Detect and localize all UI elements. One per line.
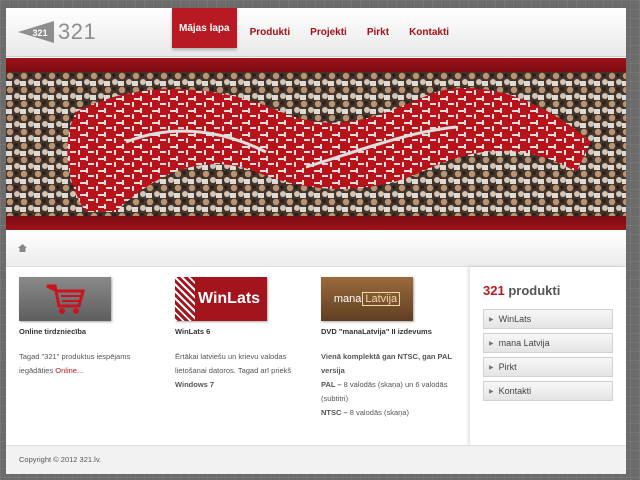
dvd-ntsc: NTSC – 8 valodās (skaņa) <box>321 406 461 420</box>
shopping-cart-image[interactable] <box>19 277 111 321</box>
column-title: WinLats 6 <box>175 327 211 336</box>
manalatvija-logo-text-b: Latvija <box>362 292 401 306</box>
winlats-pattern <box>175 277 195 321</box>
ntsc-text: 8 valodās (skaņa) <box>347 408 409 417</box>
main-content: Online tirdzniecība Tagad "321" produktu… <box>6 267 468 445</box>
ntsc-label: NTSC – <box>321 408 348 417</box>
nav-item-home[interactable]: Mājas lapa <box>172 8 237 48</box>
column-online-shop: Online tirdzniecība Tagad "321" produktu… <box>19 267 159 378</box>
header: 321 321 Mājas lapa Produkti Projekti Pir… <box>6 8 626 57</box>
column-text: Vienā komplektā gan NTSC, gan PAL versij… <box>321 350 461 420</box>
online-link[interactable]: Online... <box>55 366 83 375</box>
main-nav: Mājas lapa Produkti Projekti Pirkt Konta… <box>172 8 462 56</box>
nav-item-contacts[interactable]: Kontakti <box>402 8 456 56</box>
sidebar-item-label: WinLats <box>498 314 532 324</box>
pal-label: PAL – <box>321 380 342 389</box>
dvd-pal: PAL – 8 valodās (skaņa) un 6 valodās (su… <box>321 378 461 406</box>
sidebar-item-manalatvija[interactable]: ▶ mana Latvija <box>483 333 613 353</box>
logo-text: 321 <box>58 19 97 44</box>
home-icon[interactable] <box>18 244 27 252</box>
arrow-right-icon: ▶ <box>489 316 494 323</box>
svg-text:321: 321 <box>32 28 47 38</box>
copyright-text: Copyright © 2012 321.lv. <box>19 455 102 464</box>
arrow-right-icon: ▶ <box>489 340 494 347</box>
column-title: Online tirdzniecība <box>19 327 87 336</box>
page-frame: 321 321 Mājas lapa Produkti Projekti Pir… <box>6 8 626 474</box>
sidebar-title: 321 produkti <box>483 283 560 298</box>
winlats-logo[interactable]: WinLats <box>175 277 267 321</box>
column-text: Ērtākai latviešu un krievu valodas lieto… <box>175 350 315 392</box>
column-text: Tagad "321" produktus iespējams iegādāti… <box>19 350 159 378</box>
sidebar: 321 produkti ▶ WinLats ▶ mana Latvija ▶ Pir… <box>470 267 626 445</box>
winlats-logo-text: WinLats <box>198 290 261 307</box>
sidebar-item-winlats[interactable]: ▶ WinLats <box>483 309 613 329</box>
arrow-right-icon: ▶ <box>489 364 494 371</box>
column-text-bold: Windows 7 <box>175 380 215 389</box>
banner-top-strip <box>6 58 626 72</box>
nav-item-buy[interactable]: Pirkt <box>360 8 396 56</box>
sidebar-item-label: Kontakti <box>498 386 532 396</box>
footer: Copyright © 2012 321.lv. <box>6 445 626 474</box>
banner <box>6 58 626 230</box>
arrow-right-icon: ▶ <box>489 388 494 395</box>
shopping-cart-icon <box>46 284 85 314</box>
sidebar-item-contacts[interactable]: ▶ Kontakti <box>483 381 613 401</box>
column-winlats: WinLats WinLats 6 Ērtākai latviešu un kr… <box>175 267 315 392</box>
sidebar-item-label: Pirkt <box>498 362 517 372</box>
column-title: DVD "manaLatvija" II izdevums <box>321 327 432 336</box>
sidebar-title-rest: produkti <box>504 283 561 298</box>
sidebar-item-buy[interactable]: ▶ Pirkt <box>483 357 613 377</box>
nav-item-products[interactable]: Produkti <box>243 8 298 56</box>
logo-icon: 321 <box>18 21 54 43</box>
sidebar-title-num: 321 <box>483 283 505 298</box>
manalatvija-logo[interactable]: mana Latvija <box>321 277 413 321</box>
dvd-lead: Vienā komplektā gan NTSC, gan PAL versij… <box>321 352 452 375</box>
manalatvija-logo-text-a: mana <box>333 293 362 305</box>
nav-item-projects[interactable]: Projekti <box>303 8 354 56</box>
sidebar-list: ▶ WinLats ▶ mana Latvija ▶ Pirkt ▶ Kontakti <box>483 309 613 405</box>
breadcrumb <box>6 230 626 267</box>
banner-bottom-strip <box>6 216 626 230</box>
site-logo[interactable]: 321 321 <box>18 18 96 46</box>
sidebar-item-label: mana Latvija <box>498 338 550 348</box>
column-text-body: Ērtākai latviešu un krievu valodas lieto… <box>175 352 292 375</box>
banner-photo <box>6 72 626 216</box>
column-manalatvija: mana Latvija DVD "manaLatvija" II izdevum… <box>321 267 461 420</box>
